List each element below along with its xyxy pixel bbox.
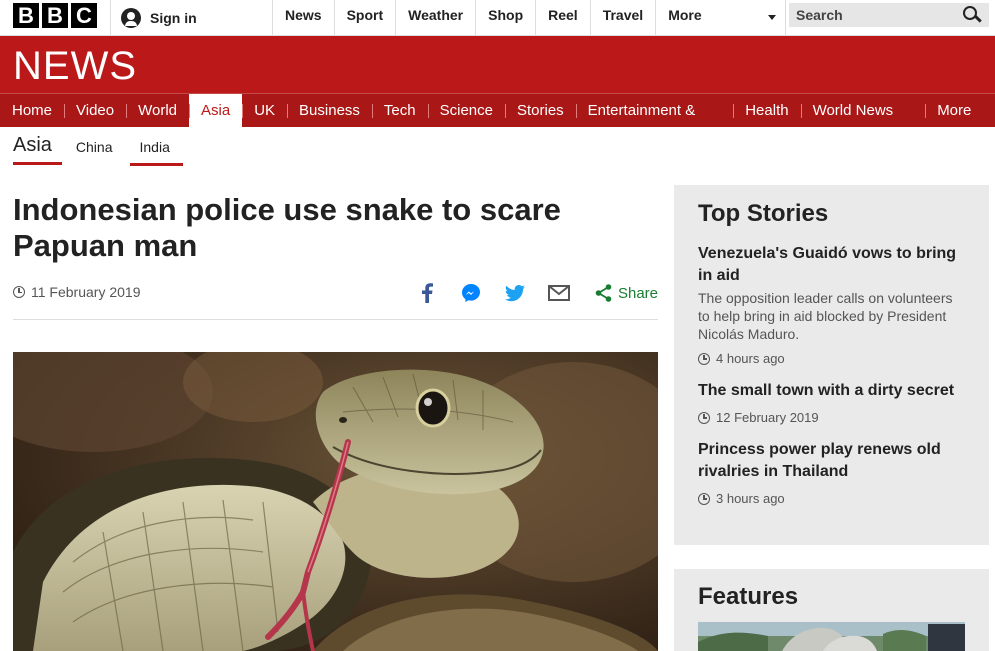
global-nav-weather[interactable]: Weather: [395, 0, 475, 36]
sub-nav-china[interactable]: China: [66, 139, 126, 163]
share-facebook-button[interactable]: [405, 278, 449, 308]
section-nav-health[interactable]: Health: [733, 94, 800, 127]
chevron-down-icon: [768, 15, 777, 20]
top-story-summary: The opposition leader calls on volunteer…: [698, 290, 953, 342]
email-icon: [547, 285, 570, 301]
sub-nav: Asia China India: [0, 127, 995, 166]
feature-thumbnail[interactable]: [698, 622, 965, 651]
section-nav-world[interactable]: World: [126, 94, 189, 127]
article-meta: 11 February 2019 Share: [13, 278, 658, 320]
search-input[interactable]: Search: [789, 3, 989, 27]
global-header: B B C Sign in News Sport Weather Shop Re…: [0, 0, 995, 36]
share-icon: [595, 284, 612, 302]
account-icon: [121, 8, 141, 28]
global-nav-more-label: More: [668, 7, 702, 23]
clock-icon: [698, 352, 710, 365]
search-placeholder: Search: [796, 7, 843, 23]
logo-letter: B: [13, 3, 39, 28]
messenger-icon: [461, 284, 480, 302]
top-story-time-text: 4 hours ago: [716, 351, 785, 366]
top-story-timestamp: 12 February 2019: [698, 410, 965, 425]
logo-letter: B: [42, 3, 68, 28]
top-story-item[interactable]: Venezuela's Guaidó vows to bring in aid …: [698, 243, 965, 366]
top-stories-panel: Top Stories Venezuela's Guaidó vows to b…: [674, 185, 989, 545]
global-nav-sport[interactable]: Sport: [333, 0, 396, 36]
section-nav-world-news-tv[interactable]: World News TV: [800, 94, 926, 152]
feature-photo: [698, 622, 965, 651]
share-label: Share: [617, 284, 658, 302]
top-story-headline[interactable]: Princess power play renews old rivalries…: [698, 439, 965, 483]
article-date: 11 February 2019: [13, 284, 140, 300]
section-nav-entertainment-arts[interactable]: Entertainment & Arts: [575, 94, 734, 152]
features-panel: Features: [674, 569, 989, 651]
features-title: Features: [698, 583, 799, 610]
global-nav-reel[interactable]: Reel: [535, 0, 590, 36]
top-story-item[interactable]: The small town with a dirty secret 12 Fe…: [698, 380, 965, 425]
sub-nav-current: Asia: [13, 134, 62, 165]
section-nav-stories[interactable]: Stories: [504, 94, 576, 127]
clock-icon: [698, 411, 710, 424]
twitter-icon: [504, 284, 525, 301]
top-story-timestamp: 4 hours ago: [698, 351, 965, 366]
top-story-headline[interactable]: Venezuela's Guaidó vows to bring in aid: [698, 243, 965, 287]
snake-photo: [13, 352, 658, 651]
top-story-timestamp: 3 hours ago: [698, 491, 965, 506]
top-story-headline[interactable]: The small town with a dirty secret: [698, 380, 965, 402]
section-nav-more-label: More: [937, 102, 972, 119]
clock-icon: [698, 492, 710, 505]
section-nav-science[interactable]: Science: [427, 94, 505, 127]
news-wordmark[interactable]: NEWS: [13, 44, 137, 89]
global-nav-news[interactable]: News: [272, 0, 334, 36]
global-nav-shop[interactable]: Shop: [475, 0, 535, 36]
bbc-logo[interactable]: B B C: [13, 3, 97, 28]
top-story-time-text: 12 February 2019: [716, 410, 819, 425]
section-nav-home[interactable]: Home: [0, 94, 64, 127]
news-banner: NEWS: [0, 36, 995, 93]
section-nav-business[interactable]: Business: [287, 94, 372, 127]
facebook-icon: [421, 283, 433, 303]
share-twitter-button[interactable]: [493, 278, 537, 308]
share-button[interactable]: Share: [581, 284, 658, 302]
top-story-item[interactable]: Princess power play renews old rivalries…: [698, 439, 965, 506]
sub-nav-india[interactable]: India: [129, 139, 183, 166]
section-nav-video[interactable]: Video: [64, 94, 126, 127]
top-story-time-text: 3 hours ago: [716, 491, 785, 506]
share-tools: Share: [405, 278, 658, 308]
share-email-button[interactable]: [537, 278, 581, 308]
top-stories-title: Top Stories: [698, 200, 829, 227]
sign-in-button[interactable]: Sign in: [110, 0, 272, 36]
global-nav: News Sport Weather Shop Reel Travel More: [272, 0, 787, 36]
global-nav-travel[interactable]: Travel: [589, 0, 655, 36]
search-icon[interactable]: [961, 4, 983, 26]
section-nav-tech[interactable]: Tech: [371, 94, 428, 127]
article-date-text: 11 February 2019: [31, 284, 141, 300]
clock-icon: [13, 286, 25, 298]
article-hero-image: [13, 352, 658, 651]
section-nav-more[interactable]: More: [925, 94, 995, 147]
logo-letter: C: [71, 3, 97, 28]
section-nav-uk[interactable]: UK: [242, 94, 287, 127]
sign-in-label: Sign in: [150, 10, 197, 26]
section-nav-asia[interactable]: Asia: [189, 94, 243, 127]
share-messenger-button[interactable]: [449, 278, 493, 308]
global-nav-more[interactable]: More: [655, 0, 787, 36]
article-headline: Indonesian police use snake to scare Pap…: [13, 192, 561, 263]
section-nav: Home Video World Asia UK Business Tech S…: [0, 93, 995, 152]
